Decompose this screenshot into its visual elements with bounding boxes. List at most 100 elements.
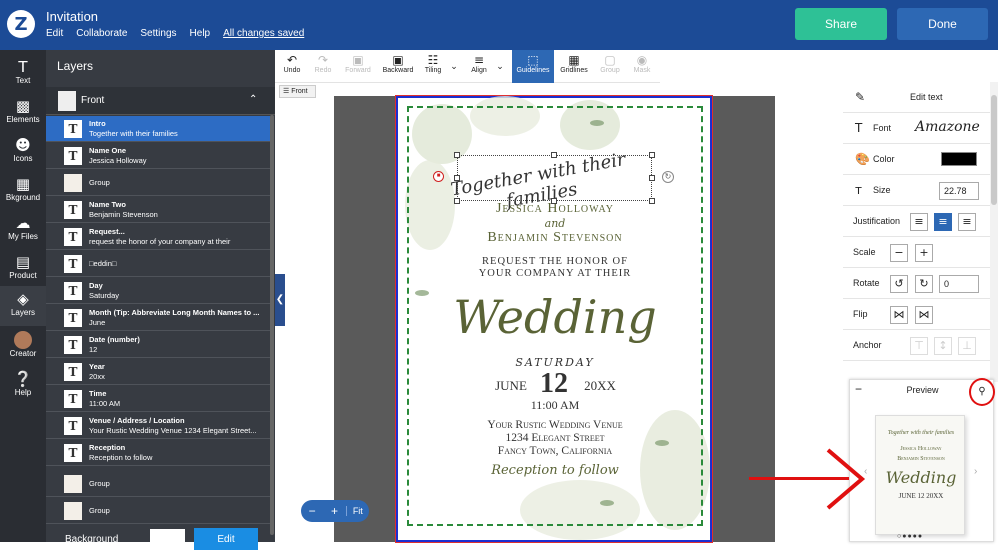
backward-button[interactable]: ▣ Backward <box>379 50 417 83</box>
layer-row[interactable]: T Venue / Address / Location Your Rustic W… <box>46 413 270 439</box>
menu-help[interactable]: Help <box>190 28 211 39</box>
preview-pagination-dots[interactable]: ○●●●● <box>897 533 923 540</box>
save-status-link[interactable]: All changes saved <box>223 28 304 39</box>
preview-card-image[interactable]: Together with their families Jessica Hol… <box>875 415 965 535</box>
resize-handle[interactable] <box>649 175 655 181</box>
preview-next-icon[interactable]: › <box>974 466 977 477</box>
resize-handle[interactable] <box>551 198 557 204</box>
chevron-up-icon[interactable]: ⌃ <box>249 94 257 105</box>
mask-button[interactable]: ◉ Mask <box>627 50 657 83</box>
menu-edit[interactable]: Edit <box>46 28 63 39</box>
layer-row[interactable]: Group <box>46 498 270 524</box>
card-year[interactable]: 20XX <box>580 378 620 394</box>
resize-handle[interactable] <box>551 152 557 158</box>
color-swatch[interactable] <box>941 152 977 166</box>
card-request-line-1[interactable]: Request the honor of <box>398 256 712 267</box>
document-title[interactable]: Invitation <box>46 9 98 24</box>
layer-row[interactable]: T Year 20xx <box>46 359 270 385</box>
layer-row[interactable]: T Day Saturday <box>46 278 270 304</box>
layer-row[interactable]: Group <box>46 170 270 196</box>
layer-row[interactable]: T Request... request the honor of your com… <box>46 224 270 250</box>
layer-row[interactable]: T Name One Jessica Holloway <box>46 143 270 169</box>
layer-row[interactable]: T Month (Tip: Abbreviate Long Month Names… <box>46 305 270 331</box>
group-button[interactable]: ▢ Group <box>595 50 625 83</box>
nav-layers[interactable]: ◈ Layers <box>0 286 46 326</box>
resize-handle[interactable] <box>454 198 460 204</box>
zoom-in-button[interactable]: + <box>323 504 345 518</box>
tiling-dropdown[interactable]: ⌄ <box>447 50 461 83</box>
resize-handle[interactable] <box>454 175 460 181</box>
text-selection-box[interactable] <box>457 155 652 201</box>
nav-text[interactable]: T Text <box>0 54 46 92</box>
card-request-line-2[interactable]: your company at their <box>398 268 712 279</box>
background-swatch[interactable] <box>150 529 185 549</box>
rotate-handle-icon[interactable]: ↻ <box>662 171 674 183</box>
font-row[interactable]: T Font Amazone <box>843 113 990 144</box>
card-wedding-title[interactable]: Wedding <box>398 290 712 344</box>
menu-settings[interactable]: Settings <box>140 28 176 39</box>
card-month[interactable]: June <box>493 378 529 394</box>
guidelines-button[interactable]: ⬚ Guidelines <box>512 50 554 83</box>
tiling-button[interactable]: ☷ Tiling <box>420 50 446 83</box>
layer-row[interactable]: T Date (number) 12 <box>46 332 270 358</box>
nav-background[interactable]: ▦ Bkground <box>0 171 46 209</box>
layer-row[interactable]: Group <box>46 471 270 497</box>
properties-scroll-thumb[interactable] <box>991 95 997 205</box>
align-right-button[interactable]: ≡ <box>958 213 976 231</box>
zazzle-logo-icon[interactable]: Z <box>7 10 35 38</box>
redo-button[interactable]: ↷ Redo <box>309 50 337 83</box>
collapse-panel-button[interactable]: ❮ <box>275 274 285 326</box>
gridlines-button[interactable]: ▦ Gridlines <box>557 50 591 83</box>
resize-handle[interactable] <box>649 198 655 204</box>
resize-handle[interactable] <box>649 152 655 158</box>
card-reception[interactable]: Reception to follow <box>398 463 712 478</box>
card-venue-line-1[interactable]: Your Rustic Wedding Venue <box>398 419 712 431</box>
align-dropdown[interactable]: ⌄ <box>493 50 507 83</box>
zoom-fit-button[interactable]: Fit <box>345 506 369 516</box>
nav-product[interactable]: ▤ Product <box>0 249 46 287</box>
card-time[interactable]: 11:00 AM <box>398 398 712 413</box>
align-left-button[interactable]: ≡ <box>910 213 928 231</box>
font-value[interactable]: Amazone <box>915 119 980 135</box>
nav-elements[interactable]: ▩ Elements <box>0 93 46 131</box>
size-input[interactable]: 22.78 <box>939 182 979 200</box>
layer-row[interactable]: T Time 11:00 AM <box>46 386 270 412</box>
delete-icon[interactable]: ■ <box>433 171 444 182</box>
scale-up-button[interactable]: + <box>915 244 933 262</box>
undo-button[interactable]: ↶ Undo <box>278 50 306 83</box>
front-side-row[interactable]: Front ⌃ <box>46 87 275 115</box>
background-edit-button[interactable]: Edit <box>194 528 258 550</box>
share-button[interactable]: Share <box>795 8 887 40</box>
layer-row[interactable]: T □eddin□ <box>46 251 270 277</box>
rotate-input[interactable]: 0 <box>939 275 979 293</box>
nav-icons[interactable]: ☻ Icons <box>0 132 46 170</box>
magnify-icon[interactable]: ⚲ <box>969 378 995 406</box>
forward-button[interactable]: ▣ Forward <box>342 50 374 83</box>
layers-scrollbar[interactable] <box>270 115 274 535</box>
layer-row[interactable]: T Reception Reception to follow <box>46 440 270 466</box>
zoom-out-button[interactable]: − <box>301 504 323 518</box>
align-button[interactable]: ≡ Align <box>466 50 492 83</box>
card-venue-line-2[interactable]: 1234 Elegant Street <box>398 432 712 444</box>
menu-collaborate[interactable]: Collaborate <box>76 28 127 39</box>
nav-creator[interactable]: Creator <box>0 327 46 365</box>
front-side-tab[interactable]: ☰ Front <box>279 85 316 98</box>
resize-handle[interactable] <box>454 152 460 158</box>
color-row[interactable]: 🎨 Color <box>843 144 990 175</box>
edit-text-row[interactable]: ✎ Edit text <box>843 82 990 113</box>
nav-help[interactable]: ❔ Help <box>0 366 46 404</box>
card-venue-line-3[interactable]: Fancy Town, California <box>398 445 712 457</box>
rotate-right-icon[interactable]: ↻ <box>915 275 933 293</box>
flip-horizontal-icon[interactable]: ⋈ <box>890 306 908 324</box>
rotate-left-icon[interactable]: ↺ <box>890 275 908 293</box>
anchor-middle-icon[interactable]: ↕ <box>934 337 952 355</box>
anchor-bottom-icon[interactable]: ⊥ <box>958 337 976 355</box>
align-center-button[interactable]: ≡ <box>934 213 952 231</box>
anchor-top-icon[interactable]: ⊤ <box>910 337 928 355</box>
flip-vertical-icon[interactable]: ⋈ <box>915 306 933 324</box>
scale-down-button[interactable]: − <box>890 244 908 262</box>
done-button[interactable]: Done <box>897 8 988 40</box>
nav-my-files[interactable]: ☁ My Files <box>0 210 46 248</box>
layer-row[interactable]: T Intro Together with their families <box>46 116 270 142</box>
card-date[interactable]: 12 <box>536 368 572 400</box>
